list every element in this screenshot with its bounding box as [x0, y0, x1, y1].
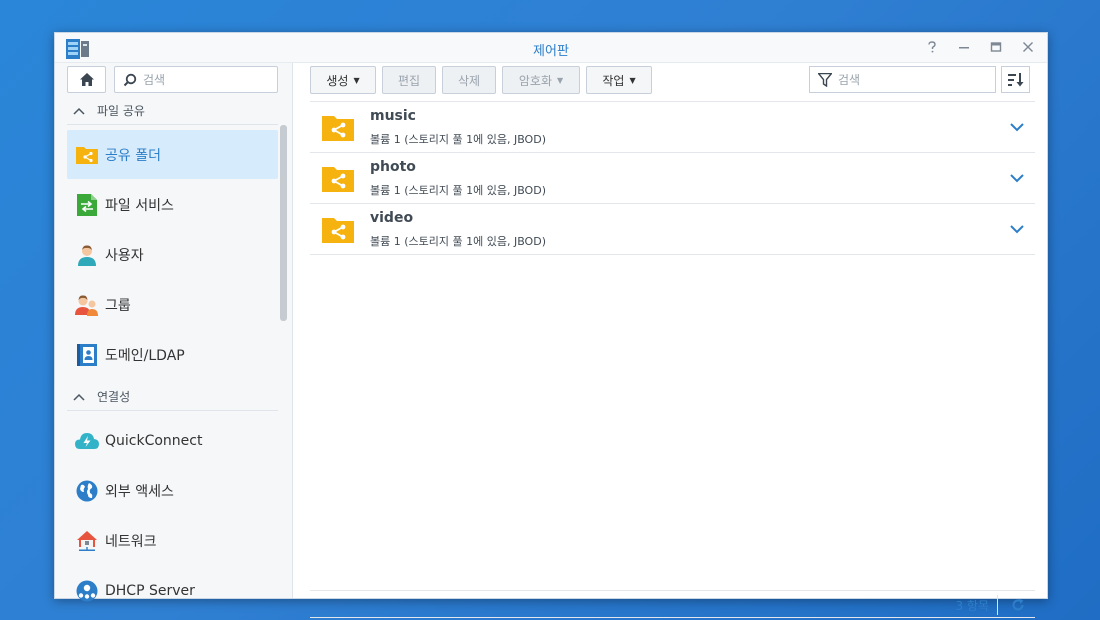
help-icon[interactable] [923, 38, 941, 56]
chevron-down-icon[interactable] [1009, 170, 1025, 186]
dhcp-server-icon [75, 579, 99, 603]
shared-folder-icon [322, 116, 354, 141]
create-button[interactable]: 생성 ▼ [310, 66, 376, 94]
delete-button[interactable]: 삭제 [442, 66, 496, 94]
file-services-icon [75, 193, 99, 217]
sort-icon [1007, 72, 1023, 86]
section-label: 연결성 [97, 390, 131, 404]
folder-description: 볼륨 1 (스토리지 풀 1에 있음, JBOD) [370, 133, 546, 146]
sidebar-item-label: 파일 서비스 [105, 197, 174, 214]
window-title: 제어판 [533, 44, 569, 59]
sidebar-item-label: 도메인/LDAP [105, 347, 185, 364]
filter-icon [818, 72, 832, 87]
list-item[interactable]: photo 볼륨 1 (스토리지 풀 1에 있음, JBOD) [310, 153, 1035, 204]
caret-down-icon: ▼ [353, 75, 360, 85]
sidebar-item-label: 공유 폴더 [105, 147, 161, 164]
home-icon [79, 73, 94, 86]
search-icon [123, 73, 137, 86]
quickconnect-icon [75, 429, 99, 453]
list-item[interactable]: music 볼륨 1 (스토리지 풀 1에 있음, JBOD) [310, 102, 1035, 153]
sidebar-item-network[interactable]: 네트워크 [67, 516, 278, 565]
shared-folder-list: music 볼륨 1 (스토리지 풀 1에 있음, JBOD) photo 볼륨… [310, 101, 1035, 255]
item-count: 3 항목 [955, 599, 989, 613]
close-icon[interactable] [1019, 38, 1037, 56]
external-access-icon [75, 479, 99, 503]
action-button[interactable]: 작업 ▼ [586, 66, 652, 94]
section-header-file-sharing[interactable]: 파일 공유 [67, 97, 278, 125]
folder-name: music [370, 108, 416, 124]
group-icon [75, 293, 99, 317]
list-footer: 3 항목 [310, 590, 1035, 618]
sidebar-item-quickconnect[interactable]: QuickConnect [67, 416, 278, 465]
minimize-icon[interactable] [955, 38, 973, 56]
shared-folder-icon [322, 167, 354, 192]
home-button[interactable] [67, 66, 106, 93]
sort-button[interactable] [1001, 66, 1030, 93]
shared-folder-icon [75, 143, 99, 167]
folder-name: video [370, 210, 414, 226]
sidebar-search[interactable] [114, 66, 278, 93]
maximize-icon[interactable] [987, 38, 1005, 56]
edit-label: 편집 [397, 73, 421, 88]
sidebar-item-label: QuickConnect [105, 432, 203, 449]
sidebar-item-label: DHCP Server [105, 582, 195, 599]
chevron-up-icon [73, 107, 85, 115]
caret-down-icon: ▼ [629, 75, 636, 85]
sidebar-item-group[interactable]: 그룹 [67, 280, 278, 329]
chevron-down-icon[interactable] [1009, 221, 1025, 237]
sidebar-search-input[interactable] [143, 72, 273, 87]
sidebar-item-shared-folder[interactable]: 공유 폴더 [67, 130, 278, 179]
delete-label: 삭제 [457, 73, 481, 88]
network-icon [75, 529, 99, 553]
section-label: 파일 공유 [97, 104, 145, 118]
chevron-up-icon [73, 393, 85, 401]
folder-name: photo [370, 159, 416, 175]
user-icon [75, 243, 99, 267]
control-panel-window: 제어판 검색 파일 공유 공유 폴더 파일 서비스 사용자 그룹 도메인/LDA… [54, 32, 1048, 618]
sidebar-item-domain-ldap[interactable]: 도메인/LDAP [67, 330, 278, 379]
sidebar-item-label: 네트워크 [105, 533, 157, 550]
folder-description: 볼륨 1 (스토리지 풀 1에 있음, JBOD) [370, 235, 546, 248]
domain-ldap-icon [75, 343, 99, 367]
footer-divider [997, 595, 998, 615]
encrypt-label: 암호화 [518, 73, 552, 88]
sidebar-item-user[interactable]: 사용자 [67, 230, 278, 279]
refresh-icon[interactable] [1011, 598, 1025, 612]
sidebar: 파일 공유 공유 폴더 파일 서비스 사용자 그룹 [55, 63, 293, 601]
encrypt-button[interactable]: 암호화 ▼ [502, 66, 580, 94]
folder-description: 볼륨 1 (스토리지 풀 1에 있음, JBOD) [370, 184, 546, 197]
toolbar: 생성 ▼ 편집 삭제 암호화 ▼ 작업 ▼ [294, 63, 1047, 97]
caret-down-icon: ▼ [556, 75, 564, 85]
filter-search-input[interactable] [838, 72, 988, 87]
edit-button[interactable]: 편집 [382, 66, 436, 94]
title-bar: 제어판 [55, 33, 1047, 63]
main-panel: 생성 ▼ 편집 삭제 암호화 ▼ 작업 ▼ 검색 music 볼륨 1 (스토리… [294, 63, 1047, 618]
list-item[interactable]: video 볼륨 1 (스토리지 풀 1에 있음, JBOD) [310, 204, 1035, 255]
section-header-connectivity[interactable]: 연결성 [67, 383, 278, 411]
filter-search[interactable] [809, 66, 996, 93]
action-label: 작업 [602, 73, 625, 88]
chevron-down-icon[interactable] [1009, 119, 1025, 135]
sidebar-item-external-access[interactable]: 외부 액세스 [67, 466, 278, 515]
sidebar-item-dhcp-server[interactable]: DHCP Server [67, 566, 278, 615]
sidebar-item-label: 사용자 [105, 247, 144, 264]
shared-folder-icon [322, 218, 354, 243]
sidebar-scrollbar[interactable] [280, 125, 287, 321]
sidebar-item-label: 그룹 [105, 297, 131, 314]
create-label: 생성 [326, 73, 349, 88]
sidebar-item-file-services[interactable]: 파일 서비스 [67, 180, 278, 229]
sidebar-item-label: 외부 액세스 [105, 483, 174, 500]
